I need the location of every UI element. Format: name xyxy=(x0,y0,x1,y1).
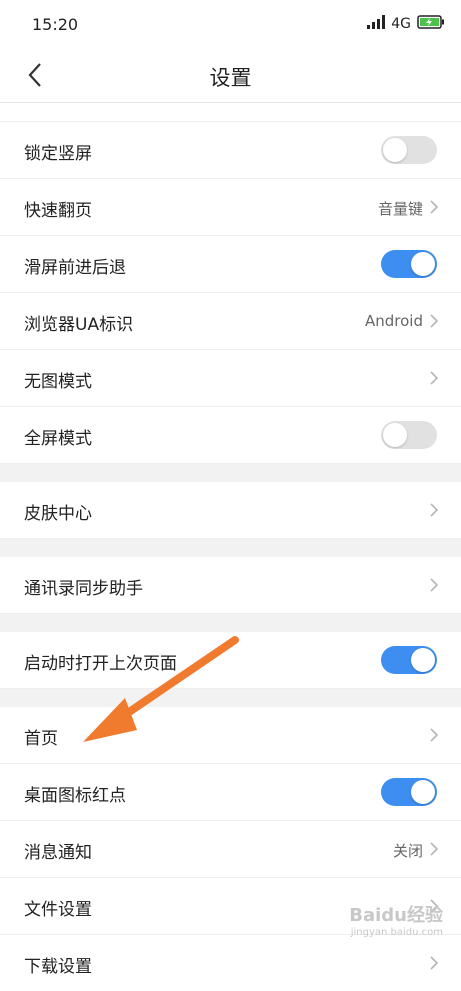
setting-label: 滑屏前进后退 xyxy=(24,258,126,278)
setting-value: 音量键 xyxy=(377,200,423,218)
setting-row[interactable]: 全屏模式 xyxy=(0,407,461,464)
chevron-right-icon xyxy=(430,842,439,856)
network-label: 4G xyxy=(391,16,411,32)
toggle-knob xyxy=(411,780,435,804)
setting-label: 通讯录同步助手 xyxy=(24,579,143,599)
section-divider xyxy=(0,539,461,557)
setting-toggle[interactable] xyxy=(381,421,437,449)
setting-label: 文件设置 xyxy=(24,900,92,920)
chevron-right-icon xyxy=(430,503,439,517)
chevron-right-icon xyxy=(430,956,439,970)
page-title: 设置 xyxy=(209,66,252,90)
chevron-right-icon xyxy=(430,371,439,385)
chevron-right-icon xyxy=(430,200,439,214)
setting-row[interactable]: 下载设置 xyxy=(0,935,461,991)
battery-icon xyxy=(417,15,445,33)
setting-label: 无图模式 xyxy=(24,372,92,392)
setting-row[interactable]: 滑屏前进后退 xyxy=(0,236,461,293)
status-bar: 15:20 4G xyxy=(0,0,461,50)
setting-toggle[interactable] xyxy=(381,250,437,278)
setting-label: 快速翻页 xyxy=(24,201,92,221)
setting-row[interactable]: 皮肤中心 xyxy=(0,482,461,539)
section-divider xyxy=(0,464,461,482)
setting-value: Android xyxy=(365,312,423,330)
status-time: 15:20 xyxy=(32,15,79,34)
chevron-right-icon xyxy=(430,578,439,592)
section-divider xyxy=(0,614,461,632)
signal-icon xyxy=(367,15,386,33)
setting-row[interactable]: 通讯录同步助手 xyxy=(0,557,461,614)
setting-label: 启动时打开上次页面 xyxy=(24,654,177,674)
setting-label: 全屏模式 xyxy=(24,429,92,449)
settings-list: 锁定竖屏快速翻页 音量键滑屏前进后退 浏览器UA标识 Android 无图模式全屏模式皮… xyxy=(0,103,461,991)
toggle-knob xyxy=(411,252,435,276)
setting-row[interactable]: 浏览器UA标识 Android xyxy=(0,293,461,350)
setting-value: 关闭 xyxy=(392,842,423,860)
chevron-right-icon xyxy=(430,314,439,328)
baidu-watermark: Baidu经验 jingyan.baidu.com xyxy=(349,905,443,938)
setting-row[interactable]: 消息通知 关闭 xyxy=(0,821,461,878)
toggle-knob xyxy=(411,648,435,672)
setting-row[interactable]: 启动时打开上次页面 xyxy=(0,632,461,689)
toggle-knob xyxy=(383,138,407,162)
setting-label: 浏览器UA标识 xyxy=(24,315,134,335)
setting-toggle[interactable] xyxy=(381,646,437,674)
chevron-right-icon xyxy=(430,728,439,742)
section-divider xyxy=(0,689,461,707)
setting-label: 消息通知 xyxy=(24,843,92,863)
setting-label: 皮肤中心 xyxy=(24,504,92,524)
status-icons: 4G xyxy=(367,15,445,33)
setting-toggle[interactable] xyxy=(381,136,437,164)
setting-toggle[interactable] xyxy=(381,778,437,806)
setting-row[interactable]: 桌面图标红点 xyxy=(0,764,461,821)
toggle-knob xyxy=(383,423,407,447)
list-top-edge xyxy=(0,103,461,122)
setting-row[interactable]: 快速翻页 音量键 xyxy=(0,179,461,236)
setting-label: 下载设置 xyxy=(24,957,92,977)
setting-label: 锁定竖屏 xyxy=(24,144,92,164)
setting-label: 首页 xyxy=(24,729,58,749)
setting-row[interactable]: 锁定竖屏 xyxy=(0,122,461,179)
setting-row[interactable]: 首页 xyxy=(0,707,461,764)
nav-bar: 设置 xyxy=(0,50,461,103)
setting-row[interactable]: 无图模式 xyxy=(0,350,461,407)
setting-label: 桌面图标红点 xyxy=(24,786,126,806)
